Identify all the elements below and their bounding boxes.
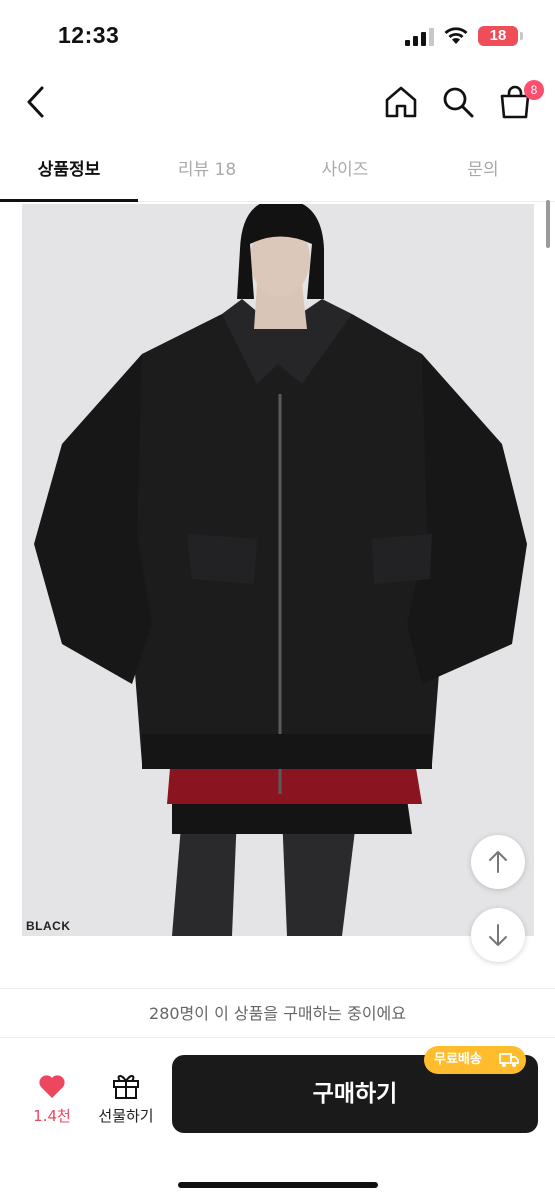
like-button[interactable]: 1.4천 xyxy=(24,1069,80,1129)
free-shipping-label: 무료배송 xyxy=(434,1052,482,1067)
cellular-signal-icon xyxy=(405,28,434,46)
wifi-icon xyxy=(444,27,468,44)
truck-icon xyxy=(499,1053,519,1067)
battery-cap xyxy=(520,32,523,40)
gift-button[interactable]: 선물하기 xyxy=(92,1069,160,1129)
gift-icon xyxy=(113,1075,139,1099)
free-shipping-badge: 무료배송 xyxy=(424,1046,526,1074)
buyers-notice: 280명이 이 상품을 구매하는 중이에요 xyxy=(0,988,555,1038)
tab-inquiry[interactable]: 문의 xyxy=(414,150,552,202)
jacket-illustration xyxy=(34,204,527,936)
arrow-up-icon xyxy=(489,851,507,873)
home-icon[interactable] xyxy=(383,84,419,120)
heart-icon xyxy=(39,1075,65,1098)
color-caption: BLACK xyxy=(26,919,71,933)
arrow-down-icon xyxy=(489,924,507,946)
scroll-down-button[interactable] xyxy=(471,908,525,962)
gift-label: 선물하기 xyxy=(98,1107,154,1125)
active-tab-indicator xyxy=(0,199,138,202)
top-nav-bar xyxy=(0,70,555,140)
product-photo: BLACK xyxy=(22,204,534,936)
tab-size[interactable]: 사이즈 xyxy=(276,150,414,202)
tab-product-info[interactable]: 상품정보 xyxy=(0,150,138,202)
back-arrow-icon[interactable] xyxy=(18,82,58,122)
tab-reviews[interactable]: 리뷰 18 xyxy=(138,150,276,202)
home-indicator xyxy=(178,1182,378,1188)
status-time: 12:33 xyxy=(58,22,120,48)
product-tabs: 상품정보 리뷰 18 사이즈 문의 xyxy=(0,150,555,202)
scroll-up-button[interactable] xyxy=(471,835,525,889)
status-bar: 12:33 18 xyxy=(0,0,555,70)
search-icon[interactable] xyxy=(440,84,476,120)
battery-level: 18 xyxy=(478,26,518,46)
cart-count-badge: 8 xyxy=(524,80,544,100)
scrollbar-thumb[interactable] xyxy=(546,200,550,248)
like-count: 1.4천 xyxy=(33,1107,71,1125)
